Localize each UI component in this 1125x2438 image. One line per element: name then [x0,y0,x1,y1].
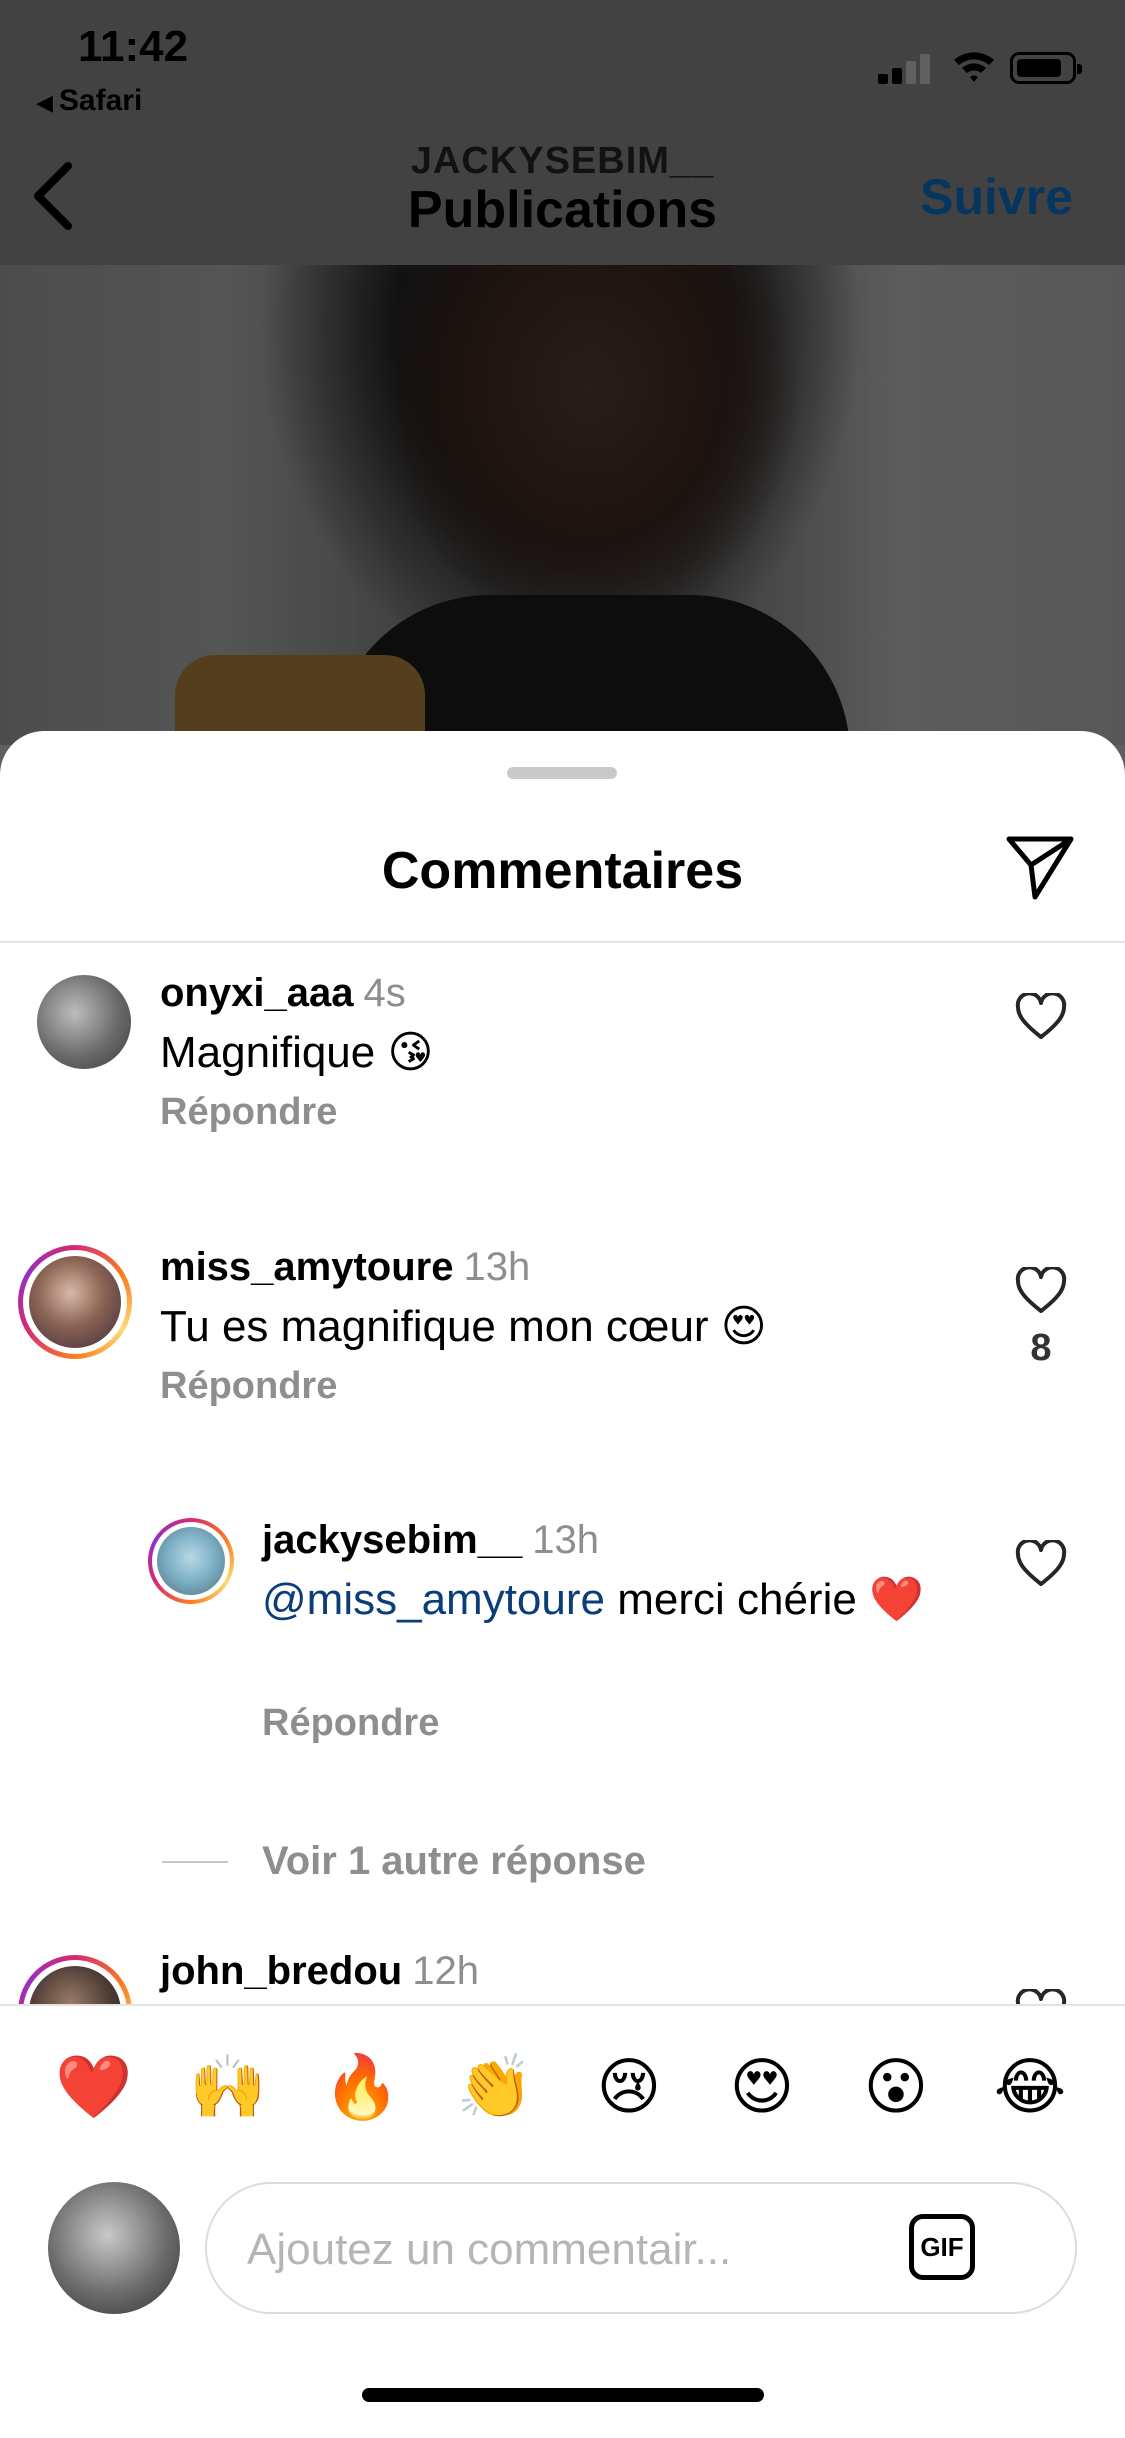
comment-text: Magnifique 😘 [160,1028,434,1077]
thread-line [162,1860,228,1863]
comment-time: 12h [412,1949,479,1993]
comment-username[interactable]: john_bredou [160,1949,402,1993]
heart-icon[interactable] [1015,1267,1067,1315]
emoji-heart-button[interactable]: ❤️ [54,2048,134,2128]
comment-text-body: merci chérie ❤️ [604,1575,924,1624]
reply-button[interactable]: Répondre [262,1702,439,1745]
comment-time: 13h [463,1245,531,1289]
sheet-title: Commentaires [381,842,744,900]
comment-input-container[interactable]: GIF [205,2182,1077,2314]
emoji-crying-button[interactable]: 😢 [589,2048,669,2128]
comment-item: miss_amytoure 13h Tu es magnifique mon cœ… [0,1245,1125,1445]
comment-time: 4s [363,971,406,1015]
comment-text: Tu es magnifique mon cœur 😍 [160,1302,767,1351]
comment-header: onyxi_aaa 4s [160,971,406,1016]
sheet-backdrop-dim[interactable] [0,0,1125,745]
reply-item: jackysebim__ 13h @miss_amytoure merci ché… [0,1518,1125,1778]
reply-button[interactable]: Répondre [160,1365,337,1408]
comment-item: john_bredou 12h [0,1949,1125,2004]
mention-link[interactable]: @miss_amytoure [262,1575,605,1624]
home-indicator[interactable] [362,2388,764,2402]
comment-text: @miss_amytoure merci chérie ❤️ [262,1570,982,1630]
emoji-laughing-button[interactable]: 😂 [990,2048,1070,2128]
view-more-replies-label: Voir 1 autre réponse [262,1839,646,1883]
heart-icon[interactable] [1015,1540,1067,1588]
emoji-heart-eyes-button[interactable]: 😍 [722,2048,802,2128]
current-user-avatar [48,2182,180,2314]
emoji-raising-hands-button[interactable]: 🙌 [188,2048,268,2128]
emoji-surprised-button[interactable]: 😮 [856,2048,936,2128]
emoji-clap-button[interactable]: 👏 [455,2048,535,2128]
sheet-divider [0,941,1125,943]
heart-icon[interactable] [1015,993,1067,1041]
comment-composer-bar: ❤️ 🙌 🔥 👏 😢 😍 😮 😂 GIF [0,2004,1125,2438]
comment-username[interactable]: onyxi_aaa [160,971,353,1015]
story-ring-avatar[interactable] [148,1518,234,1604]
comment-input[interactable] [245,2214,889,2286]
sheet-grabber[interactable] [507,767,617,779]
comment-header: miss_amytoure 13h [160,1245,530,1290]
story-ring-avatar[interactable] [18,1245,132,1359]
avatar[interactable] [37,975,131,1069]
comment-username[interactable]: jackysebim__ [262,1518,522,1562]
comment-header: jackysebim__ 13h [262,1518,599,1563]
view-more-replies-button[interactable]: Voir 1 autre réponse [162,1839,646,1884]
quick-emoji-row: ❤️ 🙌 🔥 👏 😢 😍 😮 😂 [0,2048,1125,2128]
gif-button[interactable]: GIF [909,2214,975,2280]
story-ring-avatar[interactable] [18,1955,132,2004]
comment-username[interactable]: miss_amytoure [160,1245,453,1289]
emoji-fire-button[interactable]: 🔥 [322,2048,402,2128]
comment-time: 13h [532,1518,599,1562]
comment-item: onyxi_aaa 4s Magnifique 😘 Répondre [0,971,1125,1134]
reply-button[interactable]: Répondre [160,1091,337,1134]
like-count: 8 [1030,1327,1052,1369]
share-paper-plane-icon[interactable] [1005,831,1075,901]
heart-icon[interactable] [1015,1989,1067,2004]
comment-header: john_bredou 12h [160,1949,479,1994]
